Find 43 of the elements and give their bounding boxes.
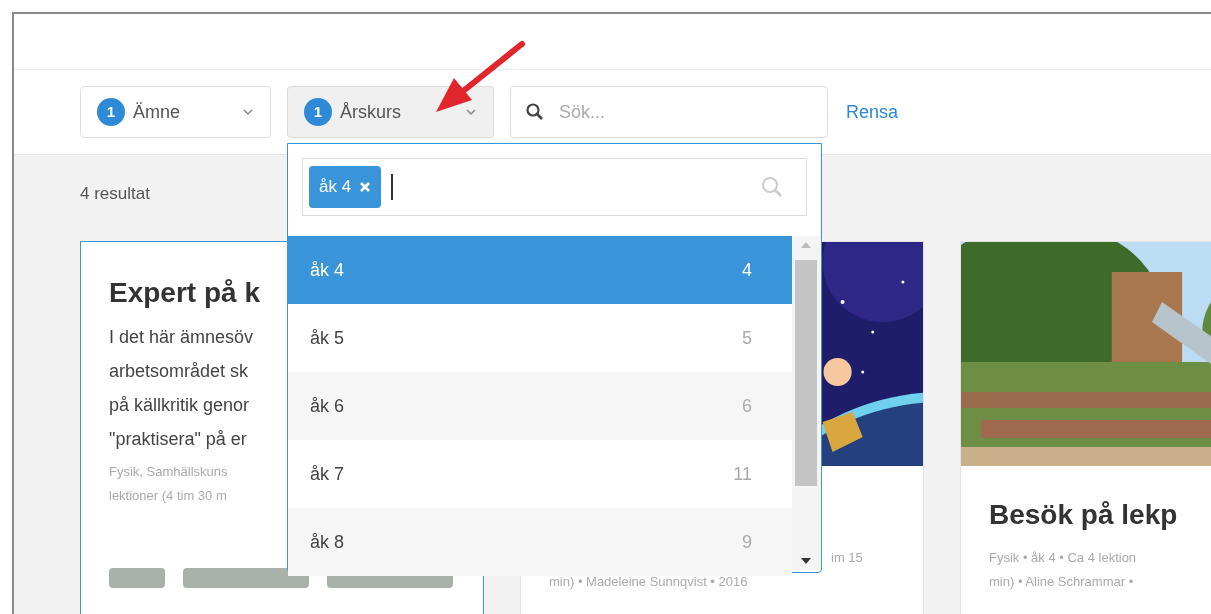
option-count: 4 <box>742 258 752 282</box>
option-label: åk 4 <box>310 258 345 282</box>
card-meta: Fysik, Samhällskuns <box>109 463 228 481</box>
option-count: 11 <box>733 462 752 486</box>
close-icon[interactable] <box>359 181 372 193</box>
search-icon <box>526 103 544 121</box>
card-description: på källkritik genor <box>109 394 250 417</box>
course-card[interactable]: Besök på lekp Fysik • åk 4 • Ca 4 lektion min) • Aline Schrammar • <box>960 241 1211 614</box>
option-count: 6 <box>742 394 752 418</box>
card-description: I det här ämnesöv <box>109 326 254 349</box>
clear-link[interactable]: Rensa <box>846 98 899 126</box>
option-count: 5 <box>742 326 752 350</box>
card-description: "praktisera" på er <box>109 428 247 451</box>
search-icon <box>760 175 784 199</box>
selected-chip: åk 4 <box>309 166 382 208</box>
option-item[interactable]: åk 6 6 <box>288 372 792 440</box>
option-label: åk 6 <box>310 394 345 418</box>
card-meta: min) • Madeleine Sunnqvist • 2016 <box>549 573 748 591</box>
card-meta: min) • Aline Schrammar • <box>989 573 1134 591</box>
result-count: 4 resultat <box>80 183 150 205</box>
option-label: åk 5 <box>310 326 345 350</box>
count-badge: 1 <box>97 98 125 126</box>
card-meta: lektioner (4 tim 30 m <box>109 487 227 505</box>
option-label: åk 8 <box>310 530 345 554</box>
scroll-down-icon[interactable] <box>801 558 811 564</box>
card-title: Besök på lekp <box>989 498 1178 532</box>
card-meta: im 15 <box>831 549 863 567</box>
chevron-down-icon <box>465 108 477 116</box>
card-meta: Fysik • åk 4 • Ca 4 lektion <box>989 549 1137 567</box>
filter-dropdown[interactable]: 1 Ämne <box>80 86 271 138</box>
option-count: 9 <box>742 530 752 554</box>
option-label: åk 7 <box>310 462 345 486</box>
filter-dropdown[interactable]: 1 Årskurs <box>287 86 494 138</box>
chevron-down-icon <box>242 108 254 116</box>
text-cursor <box>391 174 394 200</box>
card-title: Expert på k <box>109 276 260 310</box>
card-description: arbetsområdet sk <box>109 360 249 383</box>
tag-chip <box>109 568 165 588</box>
search-field[interactable]: Sök... <box>510 86 828 138</box>
scrollbar[interactable] <box>792 236 820 570</box>
option-item[interactable]: åk 8 9 <box>288 508 792 576</box>
count-badge: 1 <box>304 98 332 126</box>
scroll-up-icon[interactable] <box>801 242 811 248</box>
